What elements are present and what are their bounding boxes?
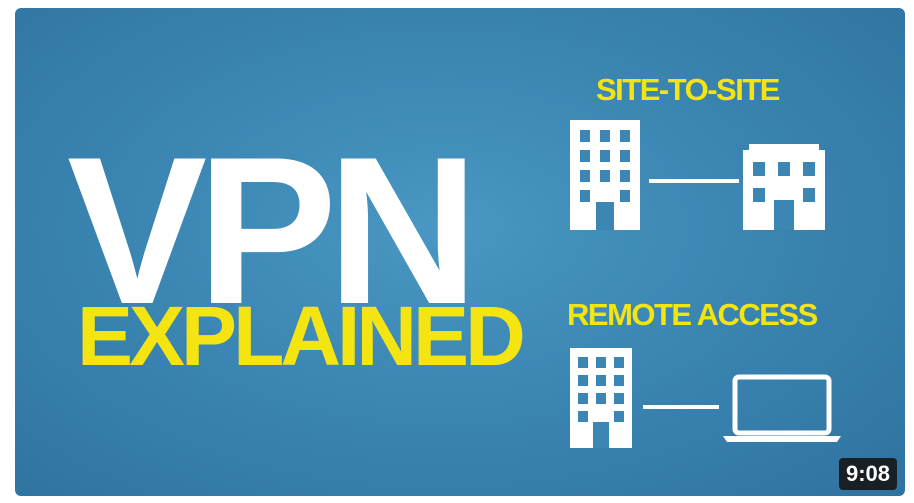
connection-line: [643, 405, 719, 409]
office-building-icon: [570, 120, 640, 230]
connection-line: [649, 179, 739, 183]
video-duration-badge: 9:08: [838, 457, 897, 490]
remote-access-label: REMOTE ACCESS: [567, 297, 818, 332]
site-to-site-label: SITE-TO-SITE: [596, 72, 780, 107]
office-building-icon: [743, 144, 825, 230]
video-thumbnail[interactable]: VPN EXPLAINED SITE-TO-SITE REMOTE ACCESS: [15, 8, 905, 496]
office-building-icon: [570, 348, 632, 448]
title-explained: EXPLAINED: [77, 289, 526, 383]
laptop-icon: [723, 374, 841, 442]
